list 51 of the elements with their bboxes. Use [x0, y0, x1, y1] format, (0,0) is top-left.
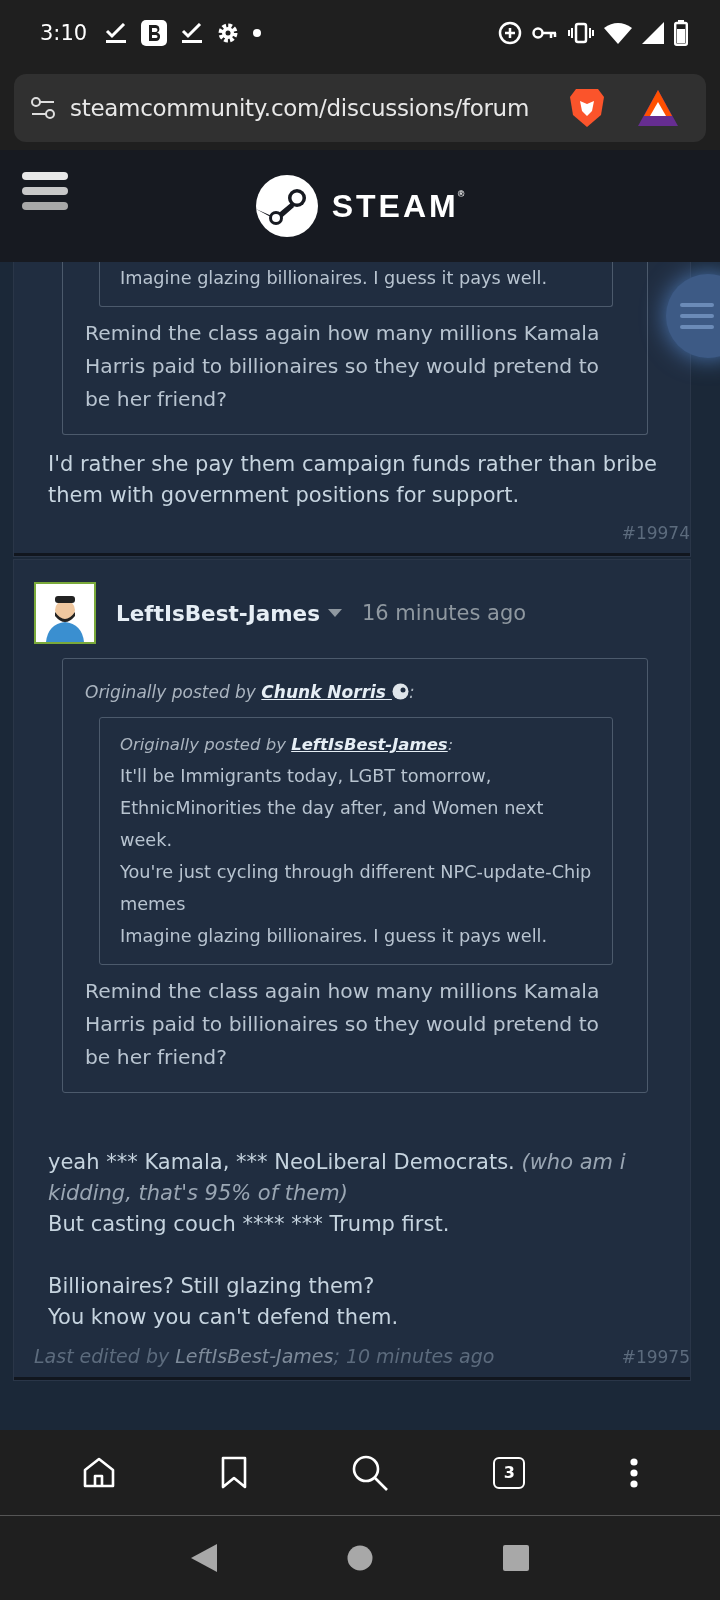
quote-text: It'll be Immigrants today, LGBT tomorrow, EthnicMinorities the day after, and Women next week. [120, 765, 545, 852]
menu-icon[interactable] [22, 172, 68, 210]
back-icon[interactable] [191, 1544, 217, 1572]
tab-count-button[interactable]: 3 [493, 1456, 526, 1489]
quote-text: Remind the class again how many millions Kamala Harris paid to billionaires so they would pretend to be her friend? [85, 320, 601, 413]
search-icon[interactable] [350, 1453, 389, 1492]
post-text: But casting couch **** *** Trump first. [48, 1211, 451, 1238]
status-time: 3:10 [40, 21, 88, 45]
battery-icon [674, 20, 688, 46]
post-number: #19974 [621, 523, 690, 543]
username-dropdown[interactable]: LeftIsBest-James [116, 600, 342, 626]
key-icon [532, 26, 558, 40]
caret-icon [327, 609, 342, 617]
post-number: #19975 [621, 1347, 690, 1367]
home-circle-icon[interactable] [347, 1545, 373, 1571]
bookmark-icon[interactable] [220, 1455, 247, 1490]
triangle-logo-icon[interactable] [638, 90, 678, 126]
emoticon-icon [391, 683, 409, 700]
quote-text: You're just cycling through different NPC-update-Chip memes [120, 861, 592, 916]
data-saver-icon [498, 21, 522, 45]
author-link[interactable]: Chunk Norris [261, 682, 409, 702]
home-icon[interactable] [82, 1455, 117, 1490]
steam-logo-icon[interactable] [255, 175, 318, 237]
quote-text: Remind the class again how many millions Kamala Harris paid to billionaires so they would pretend to be her friend? [85, 978, 601, 1071]
lion-shield-icon[interactable] [568, 87, 606, 129]
check-icon [181, 23, 204, 43]
quote-attribution: Originally posted by Chunk Norris : [85, 681, 416, 704]
post-text: You know you can't defend them. [48, 1304, 400, 1331]
post-time: 16 minutes ago [361, 601, 527, 625]
post-text: Billionaires? Still glazing them? [48, 1273, 376, 1300]
avatar-drawing[interactable] [34, 582, 96, 644]
vibrate-icon [568, 22, 594, 44]
quote-text: Imagine glazing billionaires. I guess it pays well. [120, 925, 549, 948]
post-text: I'd rather she pay them campaign funds rather than bribe them with government positions for support. [48, 451, 658, 509]
menu-icon [680, 303, 714, 329]
gear-icon [217, 22, 240, 44]
more-options-icon[interactable] [629, 1457, 638, 1488]
logo-text: STEAM® [331, 190, 465, 222]
wifi-icon [604, 22, 632, 44]
signal-icon [642, 22, 664, 44]
edit-note: Last edited by LeftIsBest-James; 10 minutes ago [34, 1345, 495, 1367]
address-bar[interactable]: steamcommunity.com/discussions/forum [14, 74, 706, 142]
quote-text: Imagine glazing billionaires. I guess it pays well. [120, 267, 549, 290]
author-link[interactable]: LeftIsBest-James [291, 735, 448, 754]
url-text: steamcommunity.com/discussions/forum [70, 95, 530, 121]
dot-icon [253, 29, 262, 37]
check-icon [105, 23, 128, 43]
quote-attribution: Originally posted by LeftIsBest-James: [120, 734, 455, 756]
bold-b-icon [141, 20, 168, 46]
post-text: yeah *** Kamala, *** NeoLiberal Democrats. (who am i kidding, that's 95% of them) [48, 1149, 627, 1207]
site-settings-icon [30, 96, 56, 120]
